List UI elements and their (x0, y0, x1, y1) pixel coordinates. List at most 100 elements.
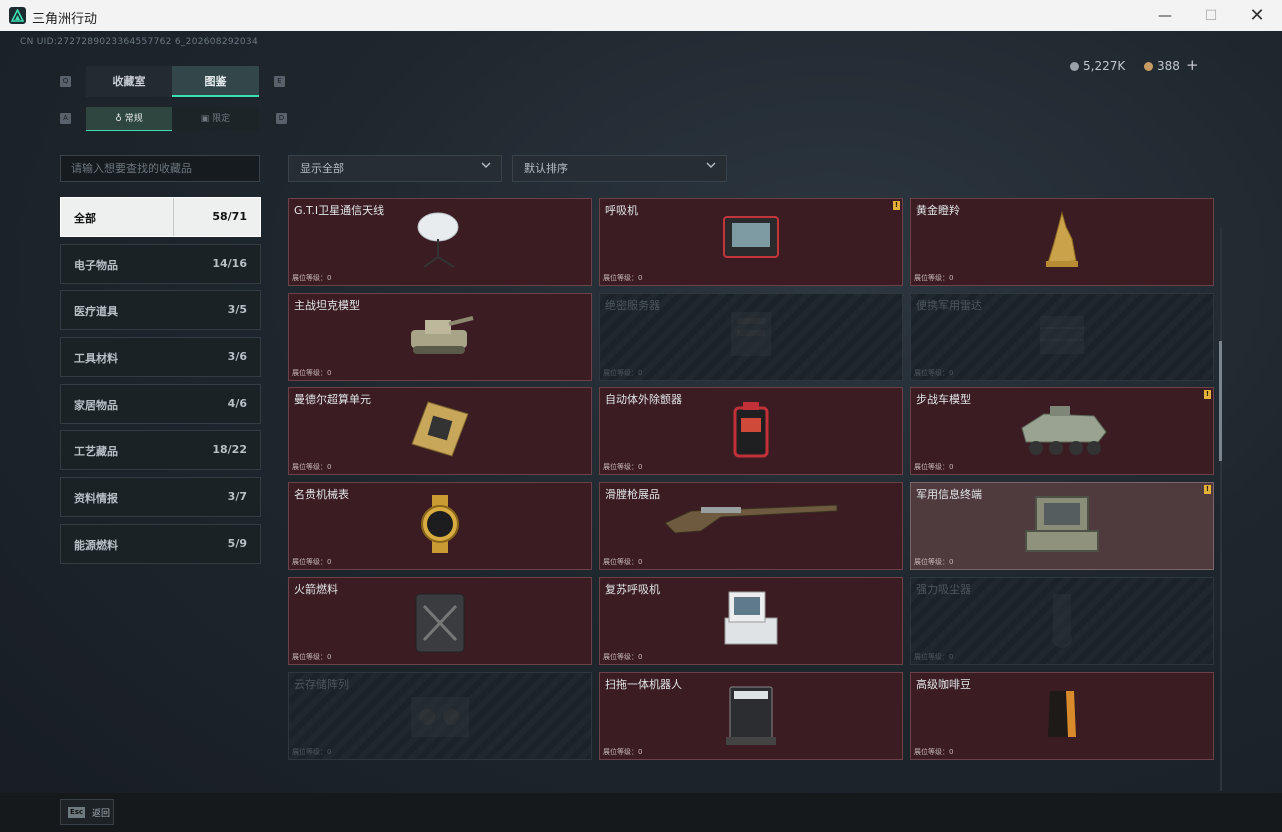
item-level: 展位等级：0 (914, 463, 954, 472)
category-label: 资料情报 (74, 492, 118, 506)
item-level: 展位等级：0 (603, 747, 643, 756)
category-intel[interactable]: 资料情报 3/7 (60, 477, 261, 518)
limited-icon: ▣ (200, 114, 213, 124)
item-image (720, 209, 782, 265)
collection-item-card[interactable]: 扫拖一体机器人展位等级：0 (599, 671, 903, 760)
item-level: 展位等级：0 (292, 652, 332, 661)
chevron-down-icon (706, 162, 716, 168)
item-level: 展位等级：0 (914, 274, 954, 282)
item-name: 强力吸尘器 (916, 582, 971, 596)
scrollbar-track[interactable] (1220, 228, 1222, 791)
regular-icon: ♁ (115, 114, 125, 124)
item-image (412, 588, 468, 658)
collection-item-card[interactable]: 复苏呼吸机 展位等级：0 (599, 576, 903, 665)
category-count: 18/22 (212, 443, 247, 457)
item-image (1042, 209, 1082, 275)
subtab-regular[interactable]: ♁ 常规 (86, 107, 172, 131)
collection-item-card[interactable]: 步战车模型 展位等级：0! (910, 387, 1214, 476)
item-level: 展位等级：0 (292, 558, 332, 567)
category-label: 工艺藏品 (74, 445, 118, 459)
collection-item-card[interactable]: 云存储阵列 展位等级：0 (288, 671, 592, 760)
category-electronics[interactable]: 电子物品 14/16 (60, 243, 261, 284)
collection-item-card[interactable]: 火箭燃料展位等级：0 (288, 576, 592, 665)
item-level: 展位等级：0 (914, 747, 954, 756)
category-list: 全部 58/71 电子物品 14/16 医疗道具 3/5 工具材料 3/6 家居物品 4/… (60, 197, 261, 571)
category-medical[interactable]: 医疗道具 3/5 (60, 290, 261, 331)
tab-catalog[interactable]: 图鉴 (172, 66, 259, 97)
collection-item-card[interactable]: 强力吸尘器 展位等级：0 (910, 576, 1214, 665)
category-label: 能源燃料 (74, 538, 118, 552)
tab-collection-room[interactable]: 收藏室 (86, 66, 172, 97)
item-name: 扫拖一体机器人 (605, 677, 682, 691)
scrollbar-thumb[interactable] (1219, 341, 1222, 461)
filter-dropdown-value: 显示全部 (300, 162, 344, 175)
item-name: 曼德尔超算单元 (294, 393, 371, 407)
category-crafts[interactable]: 工艺藏品 18/22 (60, 430, 261, 471)
item-name: 呼吸机 (605, 204, 638, 217)
item-image (661, 493, 841, 539)
close-button[interactable]: ✕ (1234, 2, 1280, 30)
sort-dropdown-value: 默认排序 (524, 162, 568, 175)
back-button[interactable]: Esc 返回 (60, 799, 114, 825)
item-name: G.T.I卫星通信天线 (294, 204, 385, 217)
item-level: 展位等级：0 (603, 652, 643, 661)
alert-badge-icon: ! (1204, 485, 1211, 495)
item-level: 展位等级：0 (292, 463, 332, 472)
category-count: 5/9 (227, 536, 247, 550)
collection-item-card[interactable]: 黄金瞪羚 展位等级：0 (910, 198, 1214, 286)
item-name: 自动体外除颤器 (605, 393, 682, 407)
category-household[interactable]: 家居物品 4/6 (60, 383, 261, 424)
subtab-limited-label: 限定 (212, 114, 231, 124)
subtab-limited[interactable]: ▣ 限定 (172, 107, 259, 131)
item-image (724, 683, 778, 753)
item-name: 火箭燃料 (294, 582, 338, 596)
item-image (1022, 493, 1102, 561)
collection-item-card[interactable]: 绝密服务器展位等级：0 (599, 292, 903, 381)
collection-item-card[interactable]: 自动体外除颤器展位等级：0 (599, 387, 903, 476)
collection-item-card[interactable]: 曼德尔超算单元展位等级：0 (288, 387, 592, 476)
item-level: 展位等级：0 (914, 558, 954, 567)
collection-item-card[interactable]: 高级咖啡豆展位等级：0 (910, 671, 1214, 760)
item-name: 绝密服务器 (605, 298, 660, 312)
key-hint-a: A (60, 113, 71, 124)
item-level: 展位等级：0 (914, 368, 954, 377)
item-level: 展位等级：0 (603, 274, 643, 282)
collection-item-card[interactable]: 便携军用雷达 展位等级：0 (910, 292, 1214, 381)
item-image (1037, 588, 1087, 652)
item-image (721, 304, 781, 368)
item-level: 展位等级：0 (292, 368, 332, 377)
collection-item-card[interactable]: 名贵机械表 展位等级：0 (288, 482, 592, 571)
maximize-button[interactable]: ☐ (1188, 2, 1234, 30)
game-screen: CN UID:2727289023364557762 6_20260829203… (0, 31, 1282, 832)
collection-item-card[interactable]: 军用信息终端 展位等级：0! (910, 482, 1214, 571)
category-count: 14/16 (212, 256, 247, 270)
category-count: 4/6 (227, 396, 247, 410)
item-image (729, 398, 773, 464)
item-level: 展位等级：0 (603, 463, 643, 472)
item-image (1032, 304, 1092, 368)
minimize-button[interactable]: — (1142, 2, 1188, 30)
item-name: 高级咖啡豆 (916, 677, 971, 691)
currency-coins-value: 5,227K (1083, 59, 1126, 73)
category-label: 工具材料 (74, 352, 118, 366)
collection-item-card[interactable]: 主战坦克模型 展位等级：0 (288, 292, 592, 381)
category-all[interactable]: 全部 58/71 (60, 197, 261, 237)
filter-dropdown[interactable]: 显示全部 (288, 155, 502, 182)
category-label: 家居物品 (74, 398, 118, 412)
window-titlebar: 三角洲行动 — ☐ ✕ (0, 0, 1282, 32)
collection-item-card[interactable]: G.T.I卫星通信天线 展位等级：0 (288, 198, 592, 286)
add-currency-button[interactable]: + (1186, 56, 1199, 74)
esc-key-icon: Esc (68, 807, 85, 818)
item-level: 展位等级：0 (603, 368, 643, 377)
item-level: 展位等级：0 (603, 558, 643, 567)
alert-badge-icon: ! (1204, 390, 1211, 400)
category-tools[interactable]: 工具材料 3/6 (60, 337, 261, 378)
search-input[interactable] (60, 155, 260, 182)
alert-badge-icon: ! (893, 201, 900, 210)
item-grid: G.T.I卫星通信天线 展位等级：0 呼吸机 展位等级：0! 黄金瞪羚 展位等级：0 主战坦… (288, 198, 1214, 760)
category-energy[interactable]: 能源燃料 5/9 (60, 523, 261, 564)
sort-dropdown[interactable]: 默认排序 (512, 155, 727, 182)
collection-item-card[interactable]: 呼吸机展位等级：0! (599, 198, 903, 286)
category-count: 3/5 (227, 303, 247, 317)
collection-item-card[interactable]: 滑膛枪展品 展位等级：0 (599, 482, 903, 571)
